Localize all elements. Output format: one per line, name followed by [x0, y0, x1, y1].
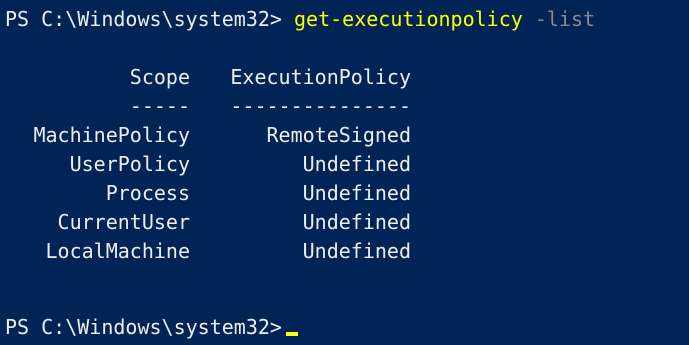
row-policy: Undefined [302, 181, 411, 205]
row-policy: Undefined [302, 239, 411, 263]
table-row: Process Undefined [5, 179, 411, 208]
text-cursor [285, 332, 298, 336]
row-scope: CurrentUser [57, 210, 190, 234]
header-execution-policy: ExecutionPolicy [230, 65, 411, 89]
command-parameter: -list [534, 7, 596, 31]
table-row: LocalMachine Undefined [5, 237, 412, 266]
row-scope: Process [105, 181, 190, 205]
table-row: UserPolicy Undefined [5, 150, 411, 179]
row-policy: RemoteSigned [266, 123, 412, 147]
table-header-row: Scope ExecutionPolicy [5, 63, 411, 92]
input-line[interactable]: PS C:\Windows\system32> [5, 313, 298, 342]
row-policy: Undefined [302, 210, 411, 234]
command-text: get-executionpolicy [294, 7, 523, 31]
prompt: PS C:\Windows\system32> [5, 7, 282, 31]
row-scope: MachinePolicy [33, 123, 190, 147]
table-underline-row: ----- --------------- [5, 92, 411, 121]
underline-scope: ----- [129, 94, 190, 118]
powershell-console[interactable]: PS C:\Windows\system32> get-executionpol… [0, 0, 689, 345]
command-line: PS C:\Windows\system32> get-executionpol… [5, 5, 595, 34]
row-policy: Undefined [302, 152, 411, 176]
table-row: MachinePolicy RemoteSigned [5, 121, 411, 150]
final-prompt: PS C:\Windows\system32> [5, 315, 282, 339]
table-row: CurrentUser Undefined [5, 208, 411, 237]
row-scope: LocalMachine [45, 239, 191, 263]
header-scope: Scope [129, 65, 190, 89]
underline-execution-policy: --------------- [230, 94, 411, 118]
row-scope: UserPolicy [69, 152, 190, 176]
